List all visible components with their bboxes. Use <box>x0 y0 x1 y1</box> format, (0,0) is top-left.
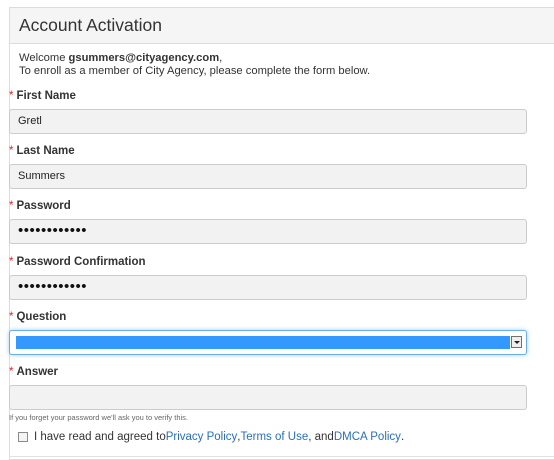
last-name-label: * Last Name <box>9 145 75 157</box>
answer-label: * Answer <box>9 366 59 378</box>
agreement-prefix: I have read and agreed to <box>34 431 166 443</box>
answer-input[interactable] <box>9 385 527 410</box>
password-label: * Password <box>9 200 71 212</box>
first-name-input[interactable]: Gretl <box>9 109 527 134</box>
question-group: * Question <box>9 310 527 355</box>
question-label: * Question <box>9 311 67 323</box>
panel-title: Account Activation <box>10 8 554 44</box>
first-name-label: * First Name <box>9 90 76 102</box>
agreement-checkbox[interactable] <box>18 432 28 442</box>
question-select[interactable] <box>9 330 527 355</box>
required-marker: * <box>9 145 14 157</box>
welcome-prefix: Welcome <box>19 52 69 64</box>
password-group: * Password •••••••••••• <box>9 199 527 244</box>
welcome-suffix: , <box>219 52 223 64</box>
agreement-separator: , and <box>308 431 334 443</box>
agreement-suffix: . <box>400 431 405 443</box>
chevron-down-icon[interactable] <box>511 336 522 348</box>
first-name-group: * First Name Gretl <box>9 89 527 134</box>
required-marker: * <box>9 90 14 102</box>
user-email: gsummers@cityagency.com <box>68 52 220 64</box>
terms-of-use-link[interactable]: Terms of Use <box>241 431 309 443</box>
agreement-row: I have read and agreed to Privacy Policy… <box>18 431 404 443</box>
last-name-input[interactable]: Summers <box>9 164 527 189</box>
password-confirmation-group: * Password Confirmation •••••••••••• <box>9 255 527 300</box>
instructions-text: To enroll as a member of City Agency, pl… <box>19 65 371 77</box>
dmca-policy-link[interactable]: DMCA Policy <box>334 431 401 443</box>
question-selected-value <box>16 336 510 349</box>
panel-body: Welcome gsummers@cityagency.com, To enro… <box>10 44 554 78</box>
password-confirmation-input[interactable]: •••••••••••• <box>9 275 527 300</box>
answer-group: * Answer <box>9 365 527 410</box>
password-confirmation-label: * Password Confirmation <box>9 256 146 268</box>
welcome-text: Welcome gsummers@cityagency.com, <box>19 52 554 65</box>
last-name-group: * Last Name Summers <box>9 144 527 189</box>
answer-hint: If you forget your password we'll ask yo… <box>9 413 189 422</box>
privacy-policy-link[interactable]: Privacy Policy <box>166 431 238 443</box>
required-marker: * <box>9 311 14 323</box>
required-marker: * <box>9 256 14 268</box>
required-marker: * <box>9 200 14 212</box>
required-marker: * <box>9 366 14 378</box>
password-input[interactable]: •••••••••••• <box>9 219 527 244</box>
divider <box>9 456 554 457</box>
